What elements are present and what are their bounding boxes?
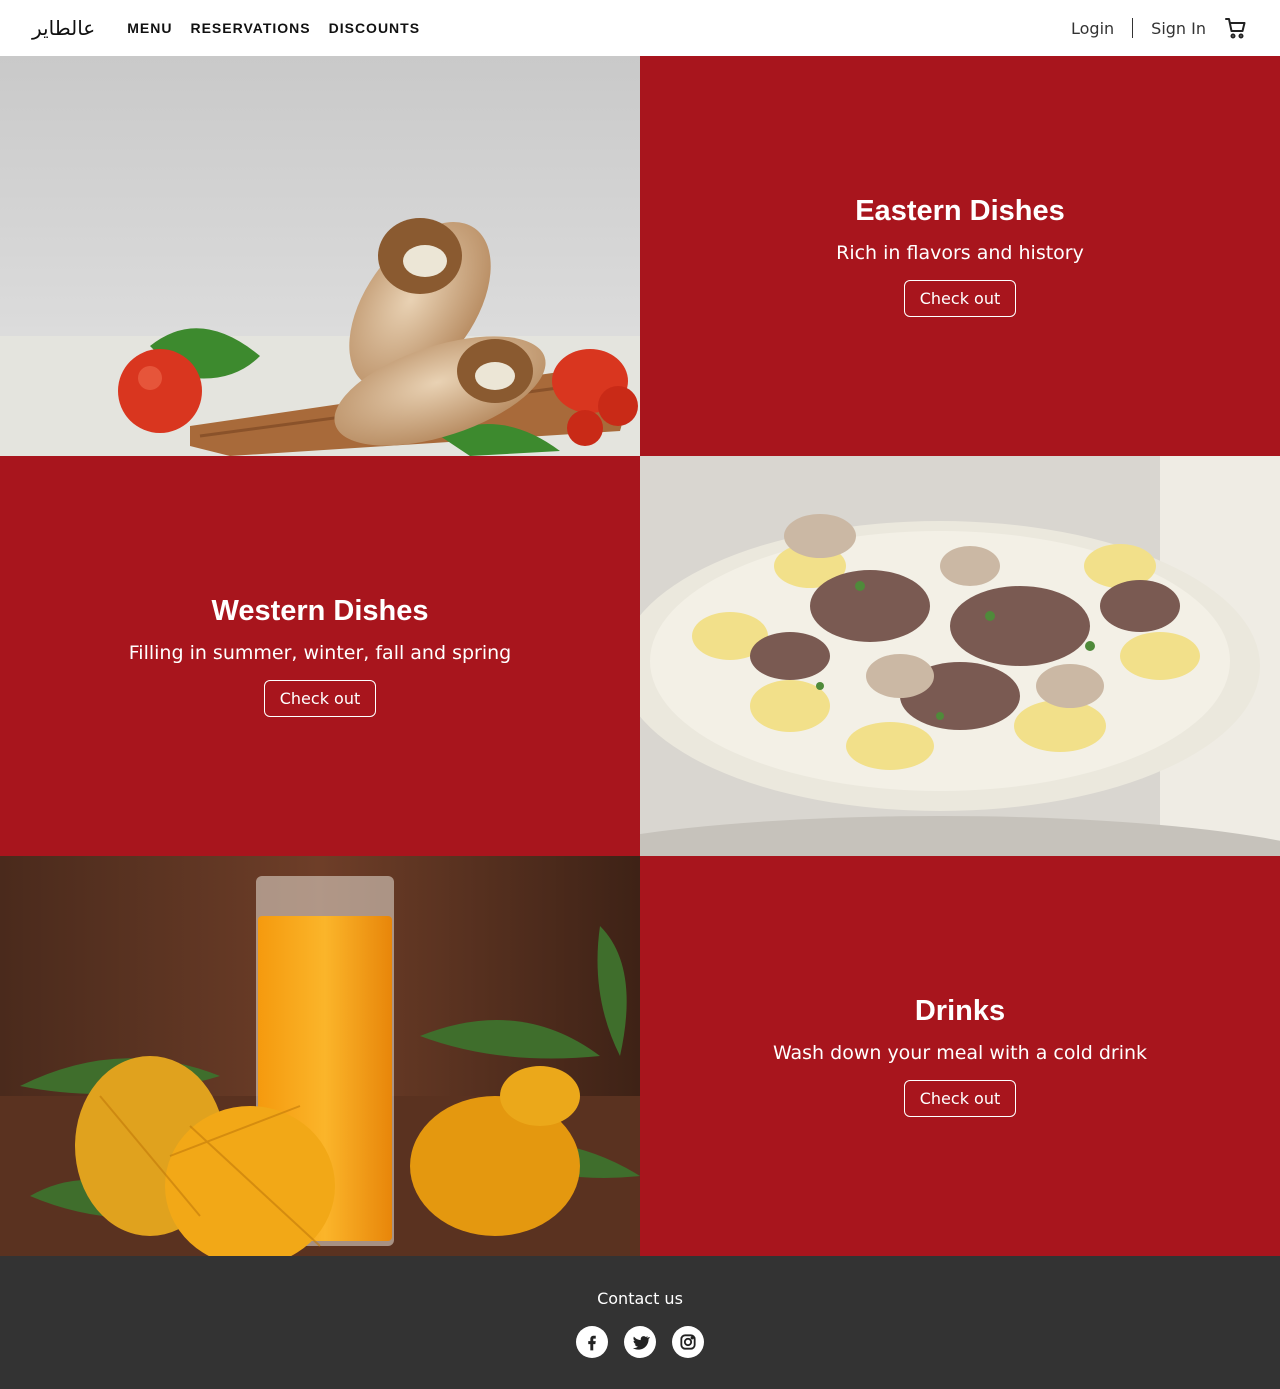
western-check-out-button[interactable]: Check out [263, 680, 377, 717]
facebook-icon[interactable] [576, 1326, 608, 1358]
nav-discounts-link[interactable]: DISCOUNTS [329, 20, 420, 36]
mango-juice-photo [0, 856, 640, 1256]
nav-reservations-link[interactable]: RESERVATIONS [190, 20, 310, 36]
section-title: Eastern Dishes [855, 195, 1065, 227]
instagram-icon[interactable] [672, 1326, 704, 1358]
auth-divider [1132, 18, 1134, 38]
cart-icon[interactable] [1224, 16, 1248, 40]
section-subtitle: Rich in flavors and history [836, 242, 1084, 264]
beef-stroganoff-photo [640, 456, 1280, 856]
section-subtitle: Filling in summer, winter, fall and spri… [128, 642, 512, 664]
header-actions: Login Sign In [1071, 0, 1248, 56]
drinks-section: Drinks Wash down your meal with a cold d… [640, 856, 1280, 1256]
signin-link[interactable]: Sign In [1151, 19, 1206, 38]
drinks-check-out-button[interactable]: Check out [903, 1080, 1017, 1117]
section-subtitle: Wash down your meal with a cold drink [772, 1042, 1148, 1064]
section-title: Western Dishes [211, 595, 429, 627]
social-links [576, 1326, 704, 1358]
twitter-icon[interactable] [624, 1326, 656, 1358]
nav-menu-link[interactable]: MENU [127, 20, 172, 36]
site-header: عالطاير MENU RESERVATIONS DISCOUNTS Logi… [0, 0, 1280, 56]
site-footer: Contact us [0, 1256, 1280, 1389]
contact-us-title: Contact us [597, 1289, 683, 1308]
western-dishes-section: Western Dishes Filling in summer, winter… [0, 456, 640, 856]
main-nav: MENU RESERVATIONS DISCOUNTS [127, 20, 420, 36]
login-link[interactable]: Login [1071, 19, 1114, 38]
site-logo[interactable]: عالطاير [32, 16, 95, 40]
shawarma-wrap-photo [0, 56, 640, 456]
category-grid: Eastern Dishes Rich in flavors and histo… [0, 56, 1280, 1256]
eastern-dishes-section: Eastern Dishes Rich in flavors and histo… [640, 56, 1280, 456]
eastern-check-out-button[interactable]: Check out [903, 280, 1017, 317]
section-title: Drinks [914, 995, 1006, 1027]
